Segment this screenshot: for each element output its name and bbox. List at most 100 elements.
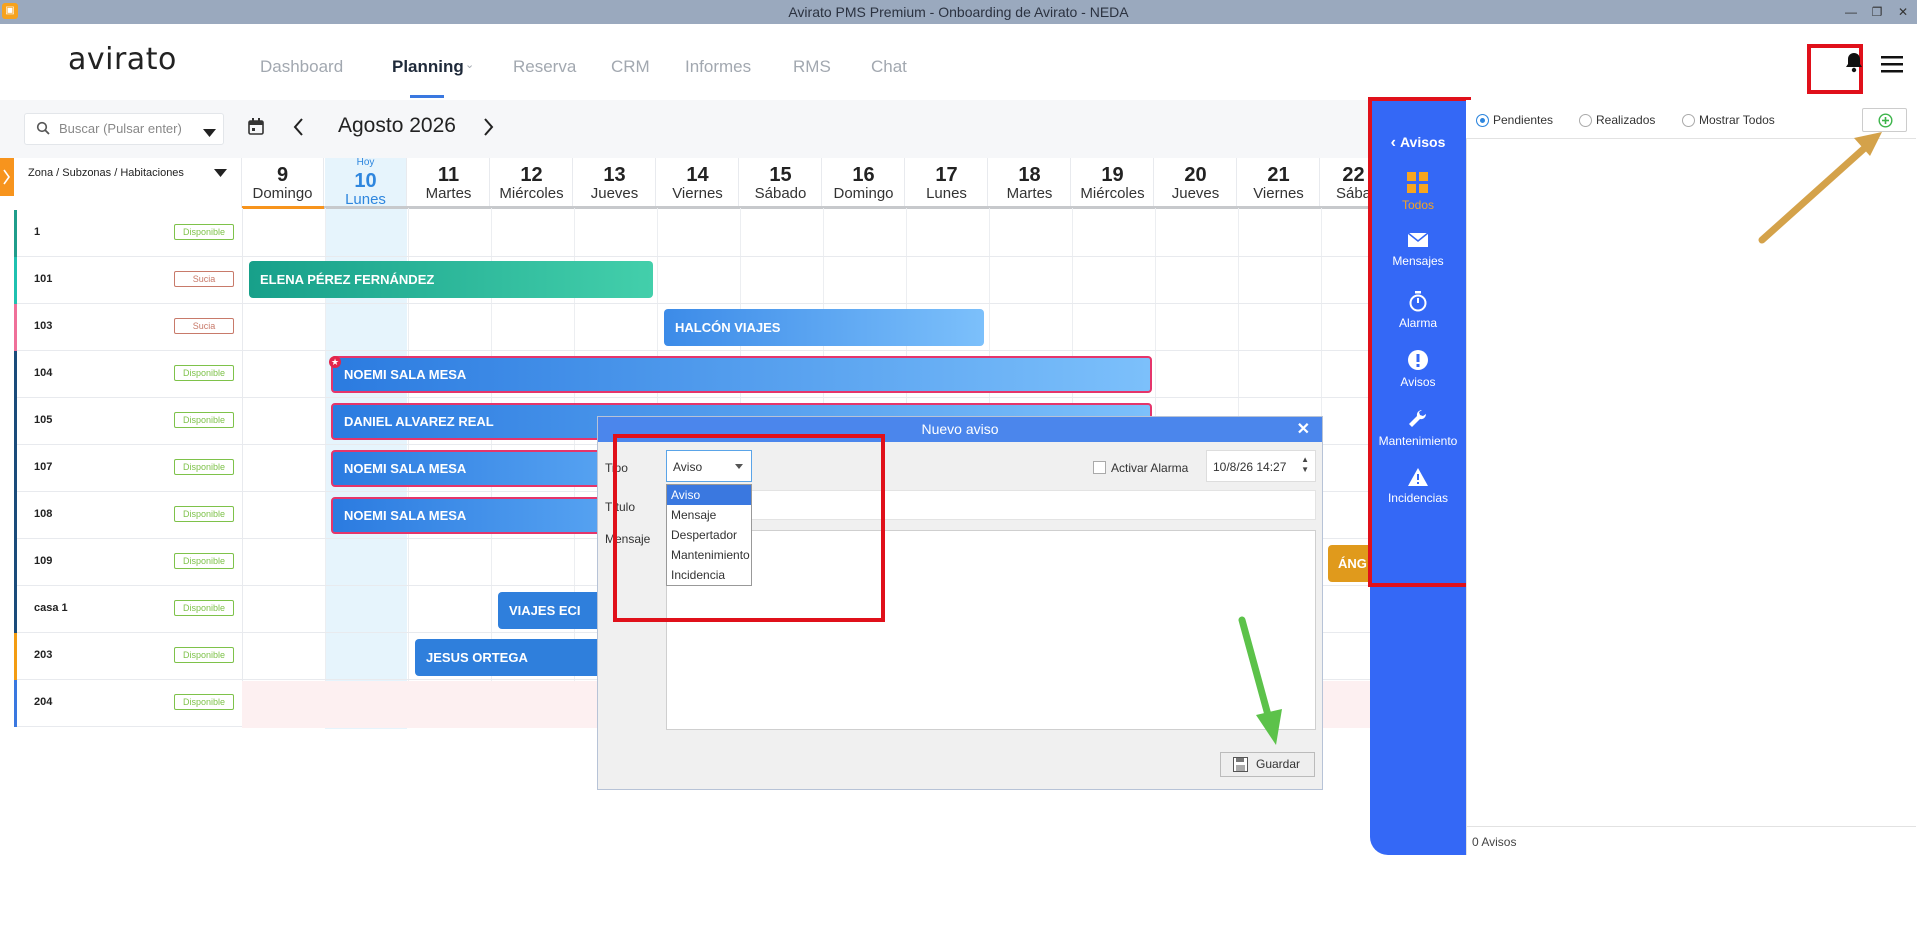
- day-name: Martes: [1006, 185, 1053, 202]
- room-row[interactable]: 1 Disponible: [14, 210, 1370, 257]
- room-status-badge[interactable]: Sucia: [174, 271, 234, 287]
- alarm-datetime-value: 10/8/26 14:27: [1213, 460, 1287, 474]
- day-name: Domingo: [252, 185, 313, 202]
- nav-reserva[interactable]: Reserva: [513, 57, 576, 77]
- row-divider: [242, 633, 243, 680]
- room-status-badge[interactable]: Disponible: [174, 647, 234, 663]
- hamburger-menu-icon[interactable]: [1881, 55, 1903, 78]
- day-header: 19 Miércoles: [1072, 158, 1154, 208]
- previous-month-icon[interactable]: [292, 117, 304, 142]
- day-header: 11 Martes: [408, 158, 490, 208]
- day-header: Hoy 10 Lunes: [325, 157, 407, 208]
- room-status-badge[interactable]: Disponible: [174, 224, 234, 240]
- weekend-marker: [242, 206, 324, 209]
- day-name: Jueves: [1171, 185, 1220, 202]
- floppy-disk-icon: [1233, 757, 1248, 772]
- window-title-bar: ▣ Avirato PMS Premium - Onboarding de Av…: [0, 0, 1917, 24]
- nav-rms[interactable]: RMS: [793, 57, 831, 77]
- room-status-badge[interactable]: Disponible: [174, 694, 234, 710]
- alarm-datetime-input[interactable]: 10/8/26 14:27 ▲ ▼: [1206, 450, 1316, 482]
- close-window-icon[interactable]: ✕: [1893, 0, 1913, 24]
- day-name: Lunes: [926, 185, 967, 202]
- day-number: 15: [769, 164, 792, 186]
- room-status-badge[interactable]: Sucia: [174, 318, 234, 334]
- annotation-arrow-green: [1238, 616, 1282, 745]
- chevron-down-icon[interactable]: ⌄: [465, 58, 474, 71]
- booking-bar[interactable]: NOEMI SALA MESA: [331, 450, 631, 487]
- day-number: 11: [437, 164, 460, 186]
- room-name: 104: [34, 367, 53, 379]
- booking-bar[interactable]: HALCÓN VIAJES: [664, 309, 984, 346]
- day-header: 9 Domingo: [242, 158, 324, 208]
- day-header: 16 Domingo: [823, 158, 905, 208]
- row-divider: [242, 445, 243, 492]
- day-number: 19: [1101, 164, 1124, 186]
- filter-realizados[interactable]: Realizados: [1579, 113, 1656, 128]
- nav-active-underline: [410, 95, 444, 98]
- room-status-badge[interactable]: Disponible: [174, 506, 234, 522]
- day-name: Martes: [425, 185, 472, 202]
- nav-dashboard[interactable]: Dashboard: [260, 57, 343, 77]
- room-name: 107: [34, 461, 53, 473]
- window-title: Avirato PMS Premium - Onboarding de Avir…: [788, 4, 1129, 20]
- zone-dropdown-icon[interactable]: [214, 169, 227, 177]
- zone-color-bar: [14, 680, 17, 727]
- search-placeholder: Buscar (Pulsar enter): [59, 121, 182, 136]
- row-divider: [242, 351, 243, 398]
- booking-bar[interactable]: ELENA PÉREZ FERNÁNDEZ: [249, 261, 653, 298]
- bell-icon[interactable]: [1844, 51, 1864, 78]
- app-icon: ▣: [2, 3, 18, 19]
- radio-icon: [1682, 114, 1695, 128]
- zone-color-bar: [14, 492, 17, 539]
- room-name: 108: [34, 508, 53, 520]
- zone-color-bar: [14, 398, 17, 445]
- booking-bar[interactable]: NOEMI SALA MESA: [331, 356, 1152, 393]
- spinner-arrows-icon[interactable]: ▲ ▼: [1301, 455, 1309, 475]
- dialog-close-icon[interactable]: ✕: [1297, 417, 1310, 442]
- day-name: Miércoles: [499, 185, 564, 202]
- row-divider: [242, 492, 243, 539]
- room-name: 109: [34, 555, 53, 567]
- day-name: Jueves: [590, 185, 639, 202]
- row-divider: [242, 398, 243, 445]
- zone-color-bar: [14, 257, 17, 304]
- calendar-icon[interactable]: [248, 118, 264, 140]
- search-icon: [36, 121, 50, 140]
- room-status-badge[interactable]: Disponible: [174, 459, 234, 475]
- zone-color-bar: [14, 210, 17, 257]
- nav-chat[interactable]: Chat: [871, 57, 907, 77]
- nav-crm[interactable]: CRM: [611, 57, 650, 77]
- nav-informes[interactable]: Informes: [685, 57, 751, 77]
- next-month-icon[interactable]: [483, 117, 495, 142]
- room-status-badge[interactable]: Disponible: [174, 365, 234, 381]
- room-status-badge[interactable]: Disponible: [174, 553, 234, 569]
- room-status-badge[interactable]: Disponible: [174, 412, 234, 428]
- panel-footer: 0 Avisos: [1466, 826, 1916, 855]
- search-dropdown-icon[interactable]: [203, 124, 216, 142]
- restore-icon[interactable]: ❐: [1867, 0, 1887, 24]
- expand-zones-handle[interactable]: [0, 158, 14, 196]
- room-name: 204: [34, 696, 53, 708]
- room-status-badge[interactable]: Disponible: [174, 600, 234, 616]
- header-divider: [242, 206, 1370, 209]
- avisos-count: 0 Avisos: [1472, 835, 1517, 849]
- room-name: 203: [34, 649, 53, 661]
- room-name: 101: [34, 273, 53, 285]
- zone-header[interactable]: Zona / Subzonas / Habitaciones: [14, 158, 242, 208]
- realizados-label: Realizados: [1596, 113, 1656, 127]
- radio-selected-icon: [1476, 114, 1489, 128]
- room-row[interactable]: 101 Sucia: [14, 257, 1370, 304]
- avirato-logo: avirato: [68, 42, 177, 77]
- nav-planning[interactable]: Planning: [392, 57, 464, 77]
- today-label: Hoy: [356, 157, 375, 168]
- activar-alarma-checkbox[interactable]: [1093, 461, 1106, 474]
- guardar-button[interactable]: Guardar: [1220, 752, 1315, 777]
- search-input[interactable]: Buscar (Pulsar enter): [24, 113, 224, 145]
- filter-pendientes[interactable]: Pendientes: [1476, 113, 1553, 128]
- booking-bar[interactable]: NOEMI SALA MESA: [331, 497, 631, 534]
- room-name: 1: [34, 226, 41, 238]
- minimize-icon[interactable]: —: [1841, 0, 1861, 24]
- day-number: 16: [852, 164, 875, 186]
- annotation-box-tipo: [613, 434, 885, 622]
- zone-color-bar: [14, 351, 17, 398]
